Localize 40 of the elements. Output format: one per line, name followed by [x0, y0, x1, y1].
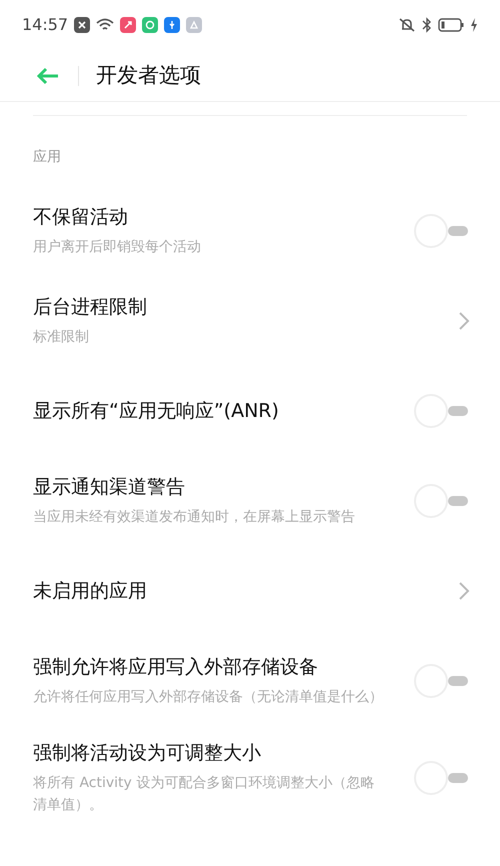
settings-row[interactable]: 显示通知渠道警告 当应用未经有效渠道发布通知时，在屏幕上显示警告 — [0, 456, 500, 546]
toggle-switch[interactable] — [414, 394, 470, 428]
settings-row[interactable]: 强制将活动设为可调整大小 将所有 Activity 设为可配合多窗口环境调整大小（忽略清单值）。 — [0, 726, 500, 830]
bluetooth-icon — [422, 17, 432, 33]
settings-row[interactable]: 后台进程限制 标准限制 — [0, 276, 500, 366]
wifi-icon — [96, 18, 114, 32]
app-icon — [120, 17, 136, 33]
share-icon — [186, 17, 202, 33]
setting-description: 允许将任何应用写入外部存储设备（无论清单值是什么） — [33, 688, 383, 707]
chevron-right-icon — [458, 311, 470, 331]
setting-title: 显示所有“应用无响应”(ANR) — [33, 399, 280, 424]
settings-row[interactable]: 不保留活动 用户离开后即销毁每个活动 — [0, 186, 500, 276]
toggle-switch[interactable] — [414, 214, 470, 248]
app-icon — [142, 17, 158, 33]
setting-description: 用户离开后即销毁每个活动 — [33, 238, 202, 257]
charging-icon — [470, 18, 478, 32]
notification-icon — [74, 17, 90, 33]
section-header: 应用 — [33, 149, 61, 165]
setting-title: 后台进程限制 — [33, 295, 148, 320]
mute-icon — [398, 17, 416, 33]
status-time: 14:57 — [22, 14, 68, 36]
battery-icon — [438, 18, 464, 32]
setting-title: 显示通知渠道警告 — [33, 475, 186, 500]
page-title: 开发者选项 — [96, 62, 201, 89]
settings-row[interactable]: 未启用的应用 — [0, 546, 500, 636]
setting-title: 不保留活动 — [33, 205, 129, 230]
toggle-switch[interactable] — [414, 761, 470, 795]
setting-title: 强制允许将应用写入外部存储设备 — [33, 655, 319, 680]
setting-title: 未启用的应用 — [33, 579, 148, 604]
back-arrow-icon[interactable] — [36, 66, 60, 84]
setting-description: 将所有 Activity 设为可配合多窗口环境调整大小（忽略清单值）。 — [33, 774, 376, 815]
toggle-switch[interactable] — [414, 484, 470, 518]
setting-description: 标准限制 — [33, 328, 90, 347]
setting-title: 强制将活动设为可调整大小 — [33, 741, 262, 766]
usb-icon — [164, 17, 180, 33]
settings-row[interactable]: 强制允许将应用写入外部存储设备 允许将任何应用写入外部存储设备（无论清单值是什么） — [0, 636, 500, 726]
chevron-right-icon — [458, 581, 470, 601]
settings-row[interactable]: 显示所有“应用无响应”(ANR) — [0, 366, 500, 456]
toggle-switch[interactable] — [414, 664, 470, 698]
setting-description: 当应用未经有效渠道发布通知时，在屏幕上显示警告 — [33, 508, 356, 527]
